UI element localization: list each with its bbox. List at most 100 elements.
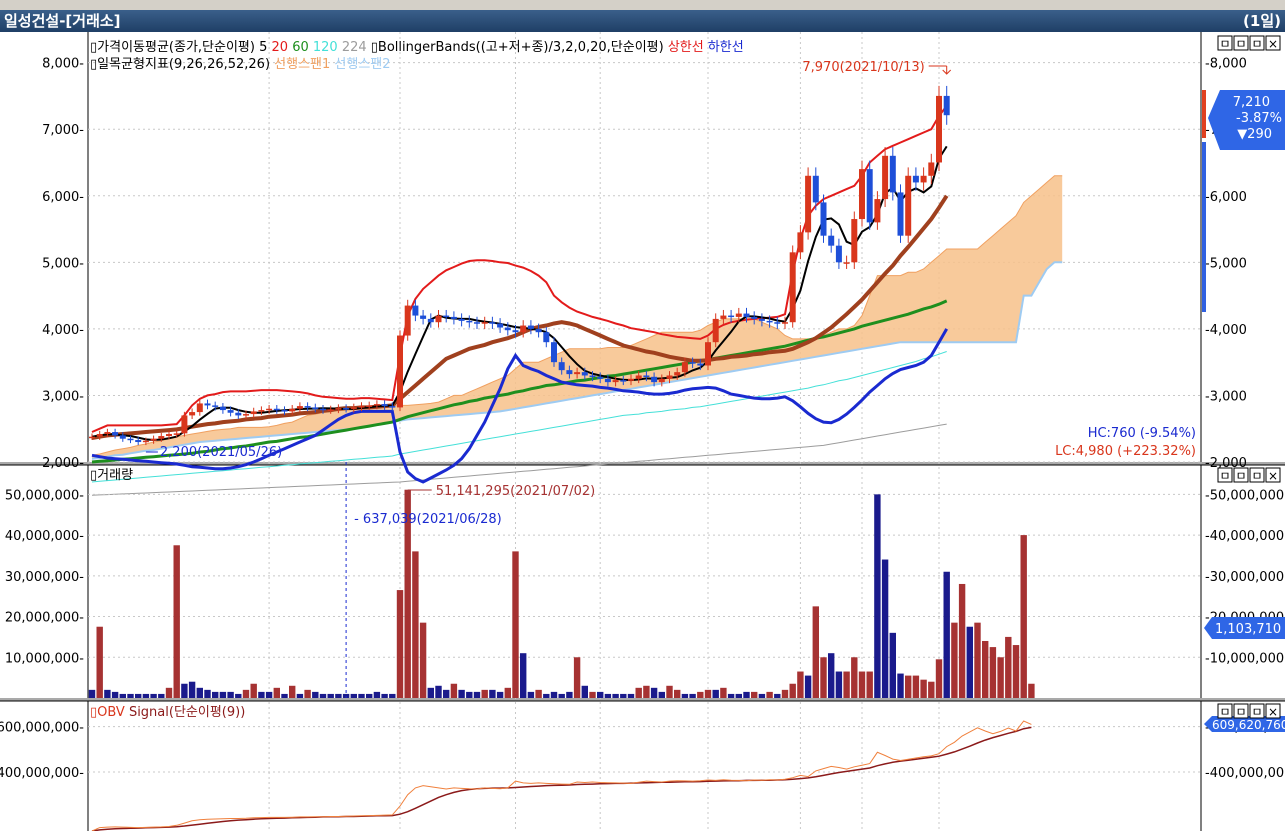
pane-button[interactable]: × (1268, 469, 1278, 483)
volume-bar (1005, 636, 1012, 698)
volume-bar (958, 583, 966, 698)
volume-bar (935, 659, 943, 698)
volume-bar (620, 693, 627, 698)
volume-bar (727, 693, 735, 698)
candle-body (689, 362, 696, 364)
ma-legend-label: ▯가격이동평균(종가,단순이평) (90, 40, 259, 55)
pane-button[interactable]: ㅁ (1251, 469, 1262, 483)
candle-body (304, 406, 311, 408)
volume-bar (142, 693, 150, 698)
volume-bar (758, 693, 766, 698)
volume-bar (881, 559, 889, 698)
candle-body (851, 219, 858, 263)
pane-button[interactable]: ㅁ (1235, 705, 1246, 719)
candle-body (196, 403, 203, 413)
volume-bar (104, 689, 111, 698)
candle-body (142, 440, 149, 443)
candle-body (543, 332, 550, 343)
candle-body (520, 325, 527, 333)
pane-button[interactable]: ㅁ (1235, 469, 1246, 483)
candle-body (697, 363, 704, 366)
candle-body (874, 199, 881, 223)
volume-bar (335, 693, 342, 698)
volume-bar (851, 657, 858, 698)
volume-bar (1028, 683, 1035, 698)
candle-body (96, 434, 103, 437)
candle-body (766, 320, 773, 323)
lc-label: LC:4,980 (+223.32%) (1055, 444, 1196, 459)
volume-bar (127, 693, 134, 698)
chart-window-titlebar: 일성건설-[거래소] (1일) (0, 10, 1285, 32)
volume-bar (319, 693, 327, 698)
volume-bar (350, 693, 357, 698)
price-right-tick: -3,000 (1205, 389, 1247, 404)
candle-body (135, 440, 142, 443)
candle-body (458, 318, 465, 321)
volume-bar (735, 693, 742, 698)
pane-button[interactable]: ㅁ (1219, 705, 1230, 719)
volume-bar (504, 687, 511, 698)
candle-body (250, 411, 257, 415)
volume-bar (389, 693, 396, 698)
candle-body (243, 414, 249, 416)
pane-button[interactable]: × (1268, 37, 1278, 51)
candle-body (327, 409, 334, 411)
volume-bar (974, 622, 981, 698)
volume-bar (781, 689, 789, 698)
volume-bar (273, 687, 280, 698)
pane-button[interactable]: × (1268, 705, 1278, 719)
volume-bar (766, 691, 773, 698)
candle-body (497, 323, 504, 328)
candle-body (350, 407, 357, 409)
pane-button[interactable]: ㅁ (1219, 469, 1230, 483)
volume-bar (473, 691, 481, 698)
period-label[interactable]: (1일) (1243, 10, 1281, 32)
candle-body (812, 175, 819, 203)
pane-button[interactable]: ㅁ (1251, 705, 1262, 719)
candle-body (397, 335, 403, 408)
ma-period-60: 60 (292, 40, 313, 55)
bb-legend-label: ▯BollingerBands((고+저+종)/3,2,0,20,단순이평) (371, 40, 668, 55)
candle-body (335, 408, 342, 410)
volume-bar (912, 675, 920, 698)
candle-body (705, 342, 711, 366)
pane-button[interactable]: ㅁ (1251, 37, 1262, 51)
candle-body (150, 438, 157, 441)
volume-bar (643, 685, 650, 698)
volume-bar (111, 691, 119, 698)
candle-body (666, 375, 673, 379)
volume-bar (204, 689, 211, 698)
volume-bar (566, 691, 573, 698)
volume-bar (997, 657, 1004, 698)
volume-bar (119, 693, 126, 698)
volume-bar (458, 689, 465, 698)
price-high-annotation: 7,970(2021/10/13) (802, 60, 924, 75)
stock-chart[interactable]: 8,000--8,0007,000--7,0006,000--6,0005,00… (0, 32, 1285, 831)
volume-bar (989, 647, 997, 698)
candle-body (782, 322, 788, 324)
candle-body (443, 315, 450, 318)
volume-bar (804, 675, 812, 698)
current-price: 7,210 (1233, 95, 1270, 110)
volume-bar (242, 689, 250, 698)
candle-body (581, 372, 588, 376)
pane-button[interactable]: ㅁ (1219, 37, 1230, 51)
candle-body (612, 380, 619, 383)
volume-bar (920, 679, 927, 698)
candle-body (273, 408, 280, 411)
candle-body (504, 327, 511, 331)
volume-bar (88, 689, 96, 698)
obv-right-tick: -400,000,000 (1205, 766, 1285, 781)
candle-body (643, 375, 650, 377)
price-right-tick: -5,000 (1205, 256, 1247, 271)
candle-body (905, 175, 912, 236)
pane-button[interactable]: ㅁ (1235, 37, 1246, 51)
volume-bar (635, 687, 642, 698)
volume-bar (943, 571, 950, 698)
candle-body (774, 322, 781, 324)
candle-body (289, 408, 296, 412)
volume-bar (489, 689, 496, 698)
ma-period-20: 20 (272, 40, 293, 55)
volume-bar (427, 687, 434, 698)
volume-bar (828, 653, 835, 698)
